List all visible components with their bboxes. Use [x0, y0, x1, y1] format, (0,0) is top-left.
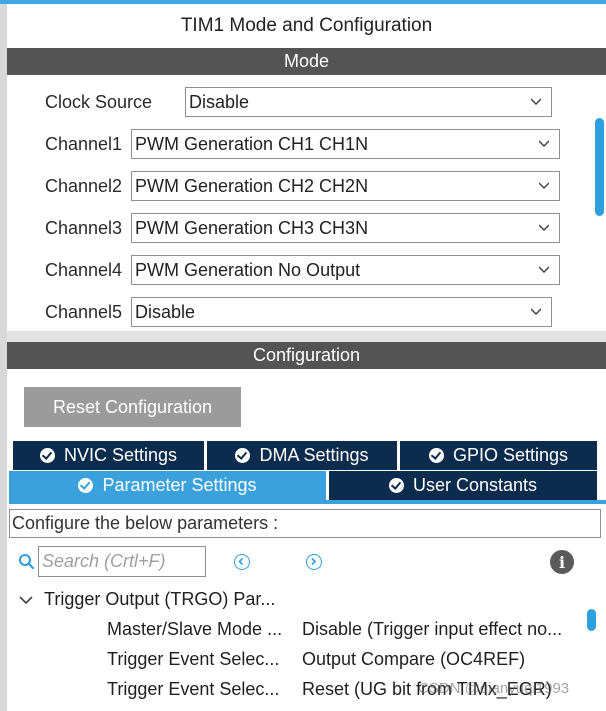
search-input[interactable]: Search (Crtl+F)	[38, 546, 206, 577]
watermark: CSDN @qianyuqi1993	[418, 680, 570, 697]
panel-splitter[interactable]	[7, 331, 606, 342]
reset-configuration-button[interactable]: Reset Configuration	[24, 387, 241, 427]
check-circle-icon	[388, 478, 404, 493]
chevron-down-icon	[539, 224, 549, 232]
clock-source-value: Disable	[189, 92, 250, 112]
left-edge	[0, 0, 7, 711]
chevron-down-icon	[531, 308, 541, 316]
channel3-select[interactable]: PWM Generation CH3 CH3N	[131, 213, 560, 243]
channel2-select[interactable]: PWM Generation CH2 CH2N	[131, 171, 560, 201]
tab-parameter-settings[interactable]: Parameter Settings	[9, 471, 326, 500]
chevron-down-icon	[539, 140, 549, 148]
channel3-label: Channel3	[45, 218, 123, 238]
tab-dma-settings-label: DMA Settings	[259, 445, 369, 465]
trgo-group-label[interactable]: Trigger Output (TRGO) Par...	[44, 589, 275, 610]
channel4-select[interactable]: PWM Generation No Output	[131, 255, 560, 285]
next-match-icon[interactable]	[306, 554, 322, 570]
channel2-value: PWM Generation CH2 CH2N	[135, 176, 369, 196]
mode-panel: Clock Source Disable Channel1 PWM Genera…	[7, 76, 606, 331]
channel5-value: Disable	[135, 302, 196, 322]
tab-gpio-settings[interactable]: GPIO Settings	[400, 441, 597, 470]
chevron-down-icon	[539, 266, 549, 274]
check-circle-icon	[39, 448, 55, 463]
channel5-select[interactable]: Disable	[131, 297, 552, 327]
window-title: TIM1 Mode and Configuration	[180, 15, 433, 36]
param-value-trigger-event-1[interactable]: Output Compare (OC4REF)	[302, 649, 525, 670]
tab-dma-settings[interactable]: DMA Settings	[207, 441, 397, 470]
param-name-trigger-event-2: Trigger Event Selec...	[107, 679, 280, 699]
channel4-value: PWM Generation No Output	[135, 260, 361, 280]
channel5-label: Channel5	[45, 302, 123, 322]
param-name-master-slave: Master/Slave Mode ...	[107, 619, 283, 639]
info-icon[interactable]: i	[550, 550, 574, 574]
channel1-select[interactable]: PWM Generation CH1 CH1N	[131, 129, 560, 159]
channel1-value: PWM Generation CH1 CH1N	[135, 134, 369, 154]
param-value-master-slave[interactable]: Disable (Trigger input effect no...	[302, 619, 562, 640]
tabs-underline	[9, 500, 606, 504]
search-icon	[19, 554, 35, 570]
mode-header: Mode	[7, 48, 606, 75]
channel4-label: Channel4	[45, 260, 123, 280]
check-circle-icon	[428, 448, 444, 463]
channel3-value: PWM Generation CH3 CH3N	[135, 218, 369, 238]
channel2-label: Channel2	[45, 176, 123, 196]
tab-user-constants-label: User Constants	[412, 475, 538, 495]
mode-scrollbar-thumb[interactable]	[595, 118, 604, 216]
expand-chevron-icon[interactable]	[19, 594, 33, 606]
tab-nvic-settings-label: NVIC Settings	[63, 445, 178, 465]
description-text: Configure the below parameters :	[9, 509, 601, 538]
tab-nvic-settings[interactable]: NVIC Settings	[13, 441, 204, 470]
channel1-label: Channel1	[45, 134, 123, 154]
tab-gpio-settings-label: GPIO Settings	[452, 445, 569, 465]
prev-match-icon[interactable]	[234, 554, 250, 570]
tab-parameter-settings-label: Parameter Settings	[102, 475, 257, 495]
configuration-header: Configuration	[7, 342, 606, 369]
chevron-down-icon	[539, 182, 549, 190]
check-circle-icon	[78, 478, 94, 493]
param-scrollbar-thumb[interactable]	[587, 609, 596, 631]
clock-source-select[interactable]: Disable	[185, 87, 552, 117]
param-name-trigger-event-1: Trigger Event Selec...	[107, 649, 280, 669]
check-circle-icon	[235, 448, 251, 463]
clock-source-label: Clock Source	[45, 92, 153, 112]
chevron-down-icon	[531, 98, 541, 106]
tab-user-constants[interactable]: User Constants	[329, 471, 597, 500]
